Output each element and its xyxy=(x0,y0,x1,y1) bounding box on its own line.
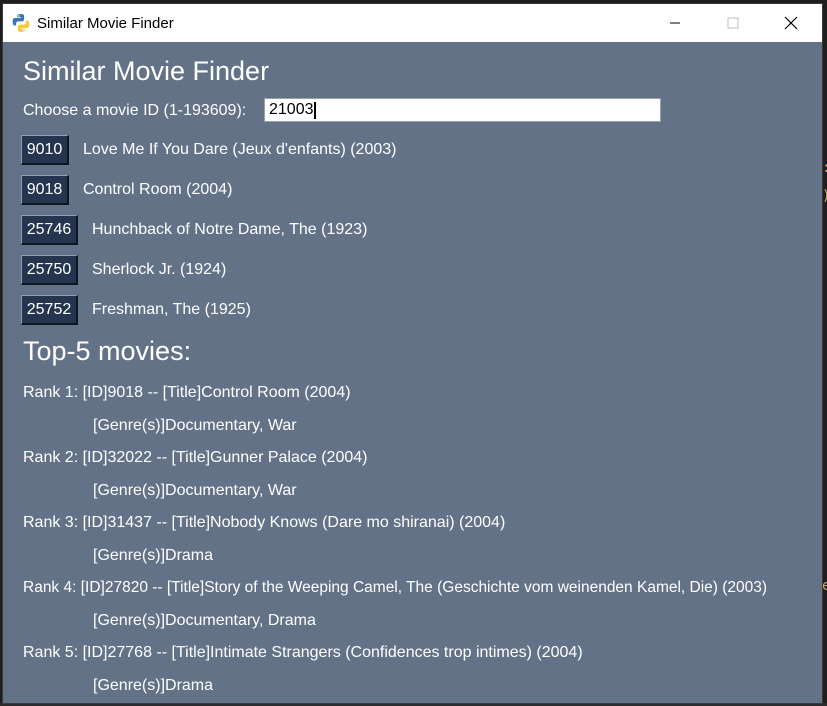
python-icon xyxy=(12,14,30,32)
results-heading: Top-5 movies: xyxy=(23,336,192,366)
app-content: Similar Movie Finder Choose a movie ID (… xyxy=(3,42,822,703)
text-caret xyxy=(313,102,316,119)
close-icon xyxy=(784,16,798,30)
result-genre-line: [Genre(s)]Drama xyxy=(93,547,214,564)
minimize-button[interactable] xyxy=(646,4,704,42)
result-genre-line: [Genre(s)]Drama xyxy=(93,677,214,694)
maximize-icon xyxy=(727,17,739,29)
movie-id-input-value: 21003 xyxy=(269,101,314,118)
result-rank-line: Rank 5: [ID]27768 -- [Title]Intimate Str… xyxy=(23,644,583,661)
result-rank-line: Rank 4: [ID]27820 -- [Title]Story of the… xyxy=(23,579,768,596)
result-genre-line: [Genre(s)]Documentary, War xyxy=(93,417,297,434)
window-title: Similar Movie Finder xyxy=(37,15,174,32)
suggestion-title: Love Me If You Dare (Jeux d'enfants) (20… xyxy=(83,141,397,158)
result-rank-line: Rank 3: [ID]31437 -- [Title]Nobody Knows… xyxy=(23,514,506,531)
movie-id-input[interactable]: 21003 xyxy=(264,98,661,122)
suggestion-title: Sherlock Jr. (1924) xyxy=(92,261,227,278)
app-window: Similar Movie Finder Similar Movie Finde… xyxy=(3,4,822,703)
result-genre-line: [Genre(s)]Documentary, Drama xyxy=(93,612,316,629)
suggestion-id-button[interactable]: 9010 xyxy=(21,135,69,165)
background-glyph: e xyxy=(822,578,827,594)
minimize-icon xyxy=(670,22,680,24)
suggestion-id-button[interactable]: 25746 xyxy=(21,215,78,245)
suggestion-title: Freshman, The (1925) xyxy=(92,301,251,318)
suggestion-id-button[interactable]: 25752 xyxy=(21,295,78,325)
background-glyph: ) xyxy=(822,188,827,204)
result-genre-line: [Genre(s)]Documentary, War xyxy=(93,482,297,499)
movie-id-label: Choose a movie ID (1-193609): xyxy=(23,102,247,119)
suggestion-title: Control Room (2004) xyxy=(83,181,233,198)
suggestion-id-button[interactable]: 25750 xyxy=(21,255,78,285)
close-button[interactable] xyxy=(762,4,820,42)
maximize-button[interactable] xyxy=(704,4,762,42)
background-glyph: : xyxy=(822,160,827,176)
suggestion-id-button[interactable]: 9018 xyxy=(21,175,69,205)
suggestion-title: Hunchback of Notre Dame, The (1923) xyxy=(92,221,368,238)
title-bar[interactable]: Similar Movie Finder xyxy=(3,4,822,42)
page-title: Similar Movie Finder xyxy=(23,56,270,86)
result-rank-line: Rank 1: [ID]9018 -- [Title]Control Room … xyxy=(23,384,351,401)
background-app-edge xyxy=(822,0,827,706)
result-rank-line: Rank 2: [ID]32022 -- [Title]Gunner Palac… xyxy=(23,449,368,466)
